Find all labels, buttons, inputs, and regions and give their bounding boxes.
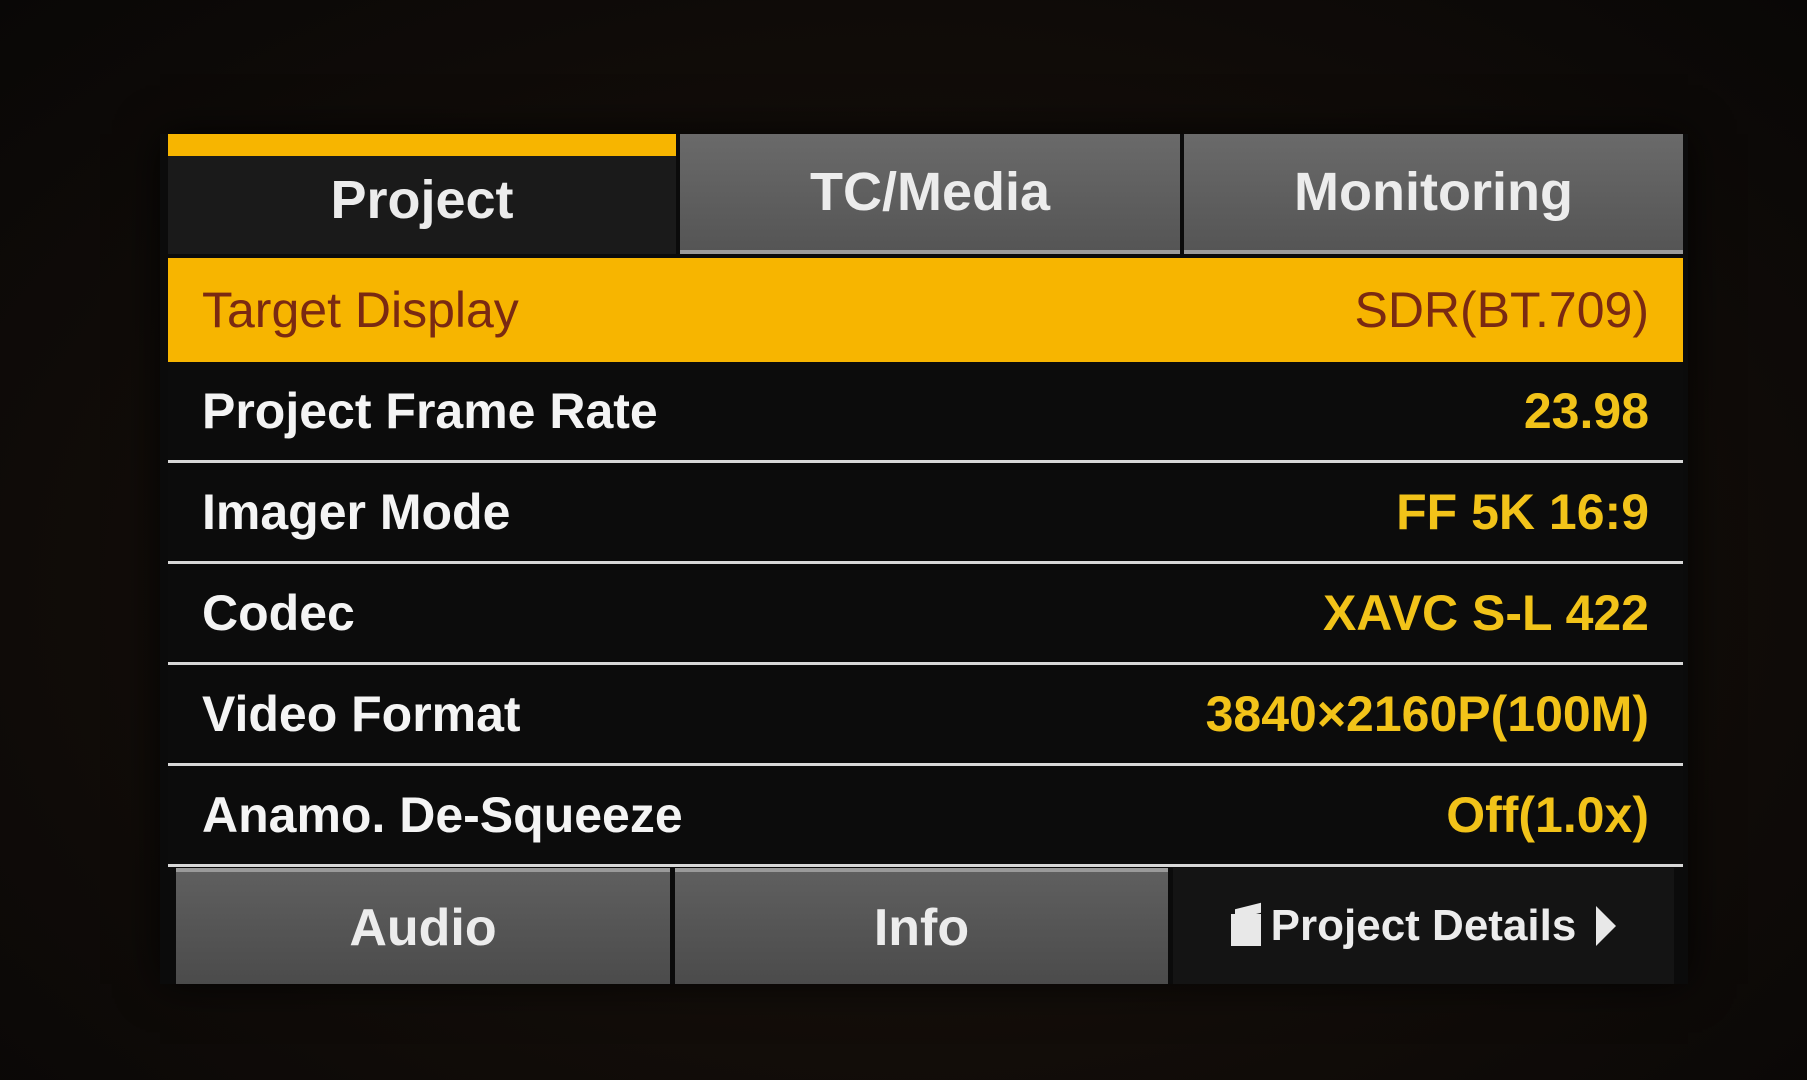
tab-monitoring[interactable]: Monitoring — [1184, 134, 1683, 254]
project-details-button[interactable]: Project Details — [1173, 868, 1674, 984]
setting-value: Off(1.0x) — [1446, 787, 1649, 843]
tab-info[interactable]: Info — [675, 868, 1168, 984]
tab-project[interactable]: Project — [168, 134, 676, 254]
setting-value: XAVC S-L 422 — [1322, 585, 1649, 641]
camera-menu-screen: Project TC/Media Monitoring Target Displ… — [160, 134, 1688, 984]
chevron-right-icon — [1596, 906, 1617, 946]
top-tab-bar: Project TC/Media Monitoring — [168, 134, 1683, 254]
setting-row-target-display[interactable]: Target Display SDR(BT.709) — [168, 258, 1683, 362]
settings-list: Target Display SDR(BT.709) Project Frame… — [168, 258, 1683, 867]
setting-row-video-format[interactable]: Video Format 3840×2160P(100M) — [168, 665, 1683, 766]
setting-value: 23.98 — [1523, 383, 1649, 439]
project-details-label: Project Details — [1270, 901, 1577, 950]
setting-label: Anamo. De-Squeeze — [202, 787, 683, 843]
setting-value: SDR(BT.709) — [1354, 282, 1649, 338]
setting-label: Codec — [202, 585, 355, 641]
tab-audio[interactable]: Audio — [176, 868, 670, 984]
folder-icon — [1230, 906, 1261, 946]
setting-label: Project Frame Rate — [202, 383, 658, 439]
bottom-tab-bar: Audio Info Project Details — [176, 868, 1674, 984]
setting-row-codec[interactable]: Codec XAVC S-L 422 — [168, 564, 1683, 665]
setting-label: Video Format — [202, 686, 521, 742]
setting-row-project-frame-rate[interactable]: Project Frame Rate 23.98 — [168, 362, 1683, 463]
setting-value: FF 5K 16:9 — [1396, 484, 1649, 540]
setting-row-imager-mode[interactable]: Imager Mode FF 5K 16:9 — [168, 463, 1683, 564]
setting-label: Imager Mode — [202, 484, 511, 540]
setting-value: 3840×2160P(100M) — [1205, 686, 1649, 742]
setting-row-anamo-de-squeeze[interactable]: Anamo. De-Squeeze Off(1.0x) — [168, 766, 1683, 867]
tab-tc-media[interactable]: TC/Media — [680, 134, 1180, 254]
setting-label: Target Display — [202, 282, 519, 338]
